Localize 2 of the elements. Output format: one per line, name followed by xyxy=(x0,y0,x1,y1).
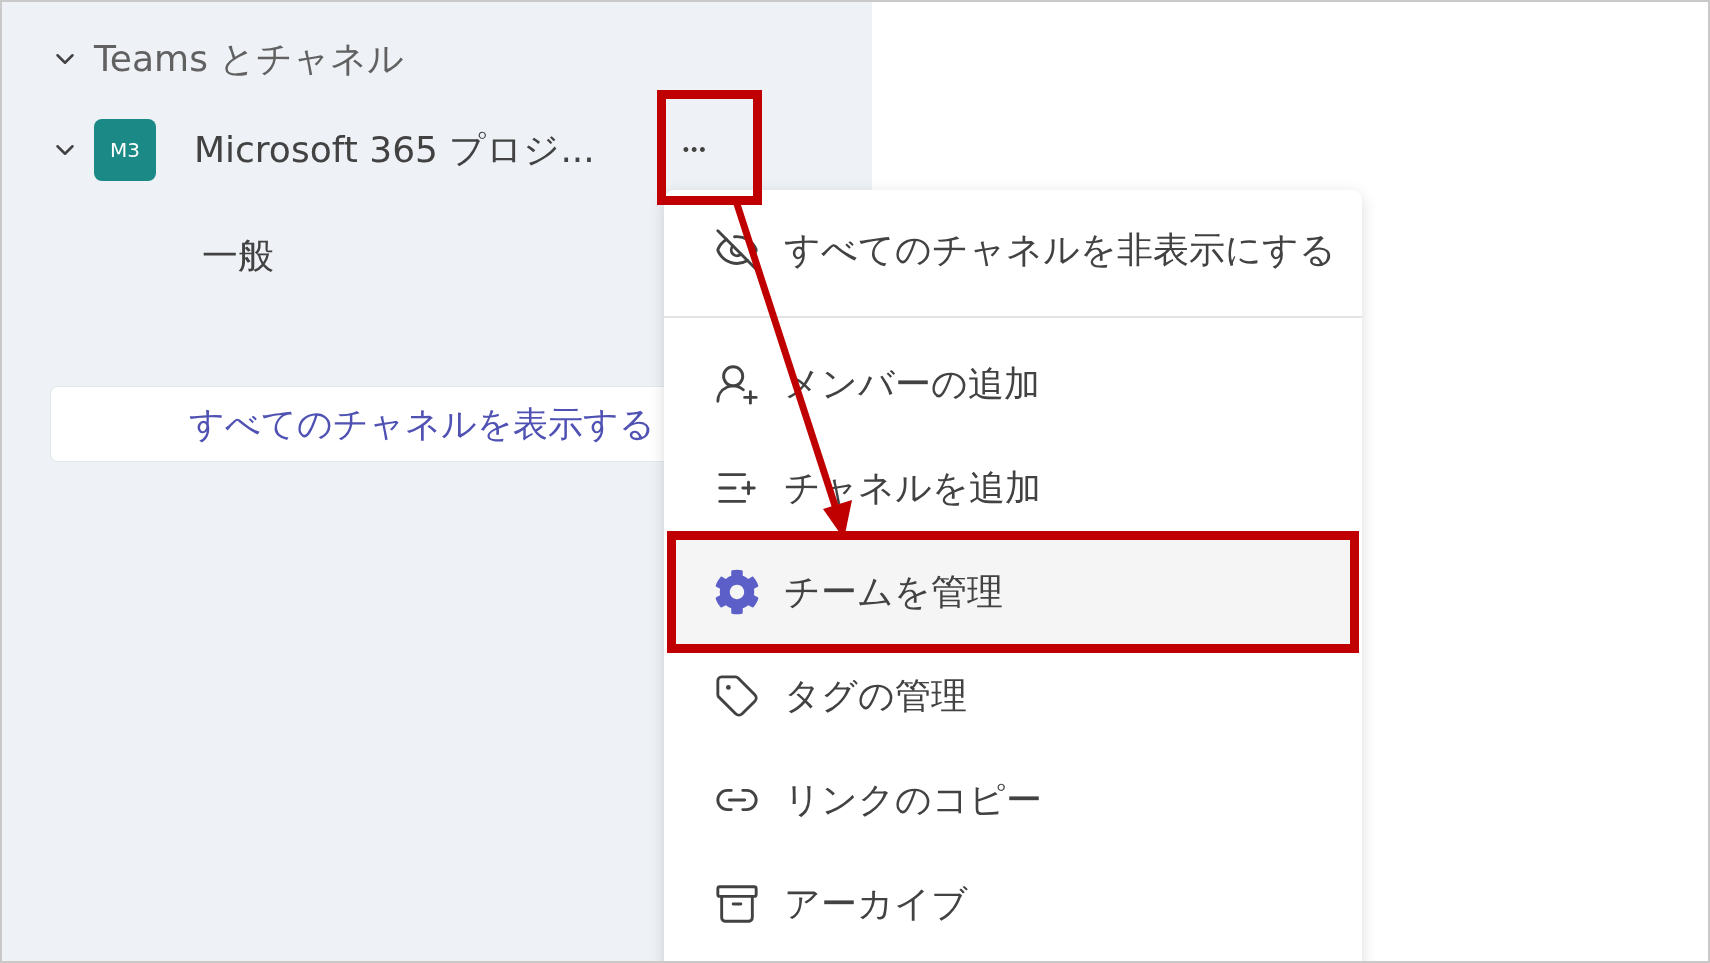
team-avatar: M3 xyxy=(94,119,156,181)
section-title: Teams とチャネル xyxy=(94,36,405,81)
